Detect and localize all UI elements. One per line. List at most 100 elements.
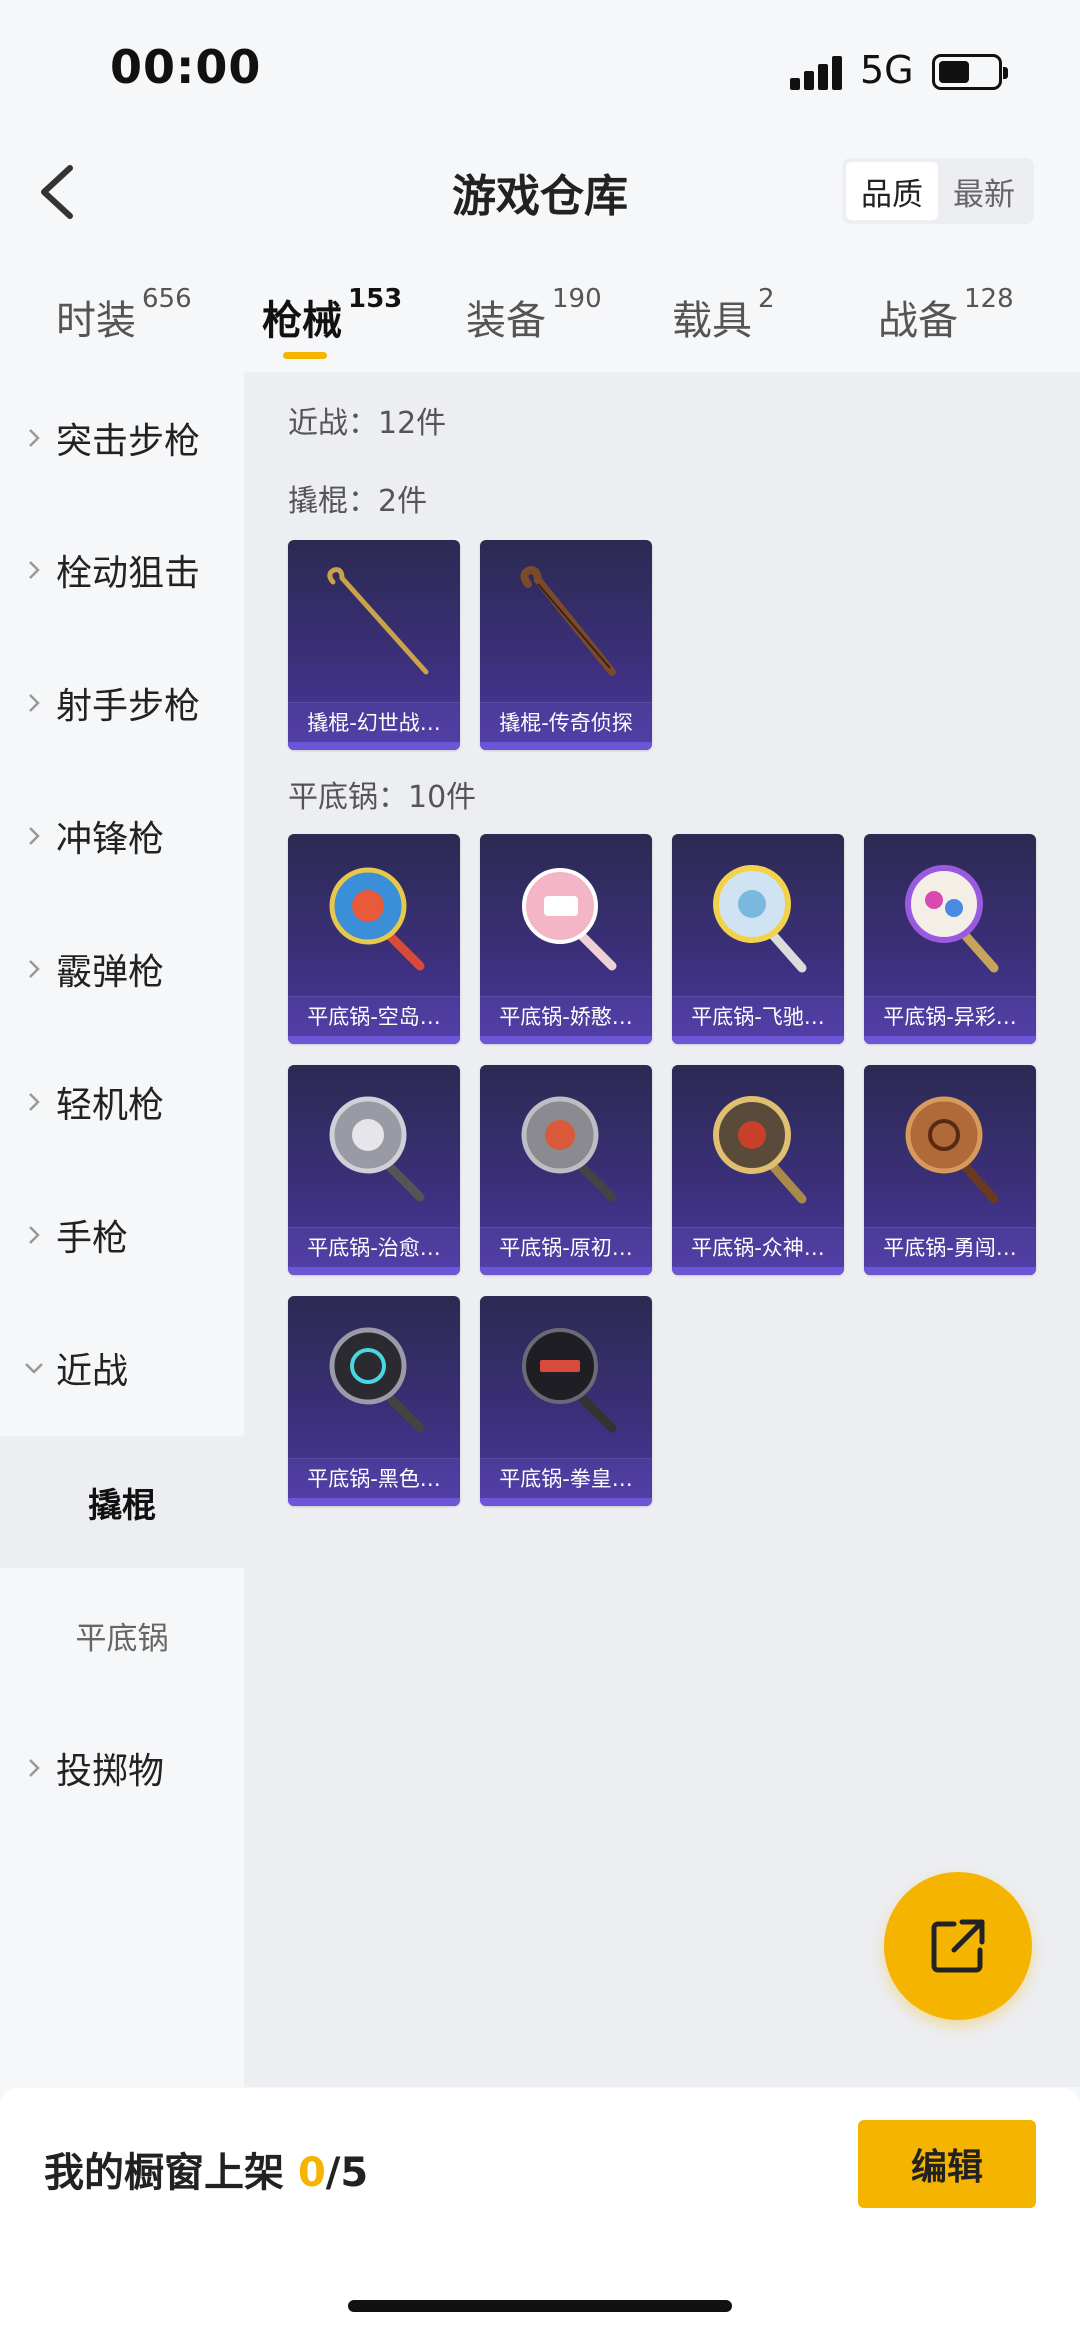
sidebar-item-lmg[interactable]: 轻机枪 [0, 1036, 244, 1168]
showcase-total-count: /5 [325, 2150, 369, 2196]
sidebar: 突击步枪 栓动狙击 射手步枪 冲锋枪 霰弹枪 轻机枪 手枪 近战 撬棍 平底锅 … [0, 372, 244, 2087]
tab-count: 190 [552, 284, 602, 314]
battery-icon [932, 54, 1008, 90]
item-card[interactable]: 平底锅-黑色… [288, 1296, 460, 1506]
sidebar-item-throwables[interactable]: 投掷物 [0, 1702, 244, 1834]
item-card[interactable]: 平底锅-异彩… [864, 834, 1036, 1044]
sidebar-sub-crowbar[interactable]: 撬棍 [0, 1436, 244, 1568]
tab-count: 128 [964, 284, 1014, 314]
pan-icon [713, 1096, 807, 1204]
sidebar-item-pistol[interactable]: 手枪 [0, 1169, 244, 1301]
item-grid-panel: 近战：12件 撬棍：2件 撬棍-幻世战… 撬棍-传奇侦探 平底锅：10件 平底锅… [244, 372, 1080, 2087]
pan-icon [329, 867, 425, 971]
sidebar-sub-pan[interactable]: 平底锅 [0, 1569, 244, 1701]
share-button[interactable] [884, 1872, 1032, 2020]
header: 游戏仓库 品质 最新 [0, 140, 1080, 240]
item-card[interactable]: 平底锅-勇闯… [864, 1065, 1036, 1275]
chevron-right-icon [29, 429, 40, 447]
item-name: 平底锅-娇憨… [480, 996, 652, 1036]
pan-icon [522, 1328, 617, 1433]
item-card[interactable]: 平底锅-空岛… [288, 834, 460, 1044]
tab-count: 656 [142, 284, 192, 314]
tab-fashion[interactable]: 时装 656 [56, 284, 192, 346]
group-label-crowbar: 撬棍：2件 [288, 484, 428, 519]
category-tabs: 时装 656 枪械 153 装备 190 载具 2 战备 128 [0, 268, 1080, 368]
pan-icon [905, 1096, 999, 1204]
item-card[interactable]: 平底锅-拳皇… [480, 1296, 652, 1506]
signal-icon [790, 56, 846, 90]
item-name: 撬棍-幻世战… [288, 702, 460, 742]
share-icon [931, 1919, 985, 1973]
crowbar-icon [520, 565, 616, 676]
item-name: 平底锅-众神… [672, 1227, 844, 1267]
tab-label: 装备 [466, 298, 546, 344]
chevron-right-icon [29, 694, 40, 712]
tab-count: 153 [348, 284, 403, 314]
sidebar-item-shotgun[interactable]: 霰弹枪 [0, 903, 244, 1035]
tab-label: 时装 [56, 298, 136, 344]
sidebar-item-bolt-sniper[interactable]: 栓动狙击 [0, 504, 244, 636]
tab-equipment[interactable]: 装备 190 [466, 284, 602, 346]
sort-toggle: 品质 最新 [842, 158, 1034, 224]
status-time: 00:00 [110, 40, 262, 94]
tab-count: 2 [758, 284, 775, 314]
sidebar-item-assault-rifle[interactable]: 突击步枪 [0, 372, 244, 504]
category-summary: 近战：12件 [288, 406, 447, 441]
pan-icon [521, 1096, 617, 1202]
pan-icon [522, 868, 617, 971]
item-name: 平底锅-飞驰… [672, 996, 844, 1036]
sidebar-item-smg[interactable]: 冲锋枪 [0, 770, 244, 902]
sidebar-item-label: 霰弹枪 [56, 952, 165, 993]
tab-label: 枪械 [262, 298, 342, 344]
pan-icon [713, 865, 807, 973]
chevron-right-icon [29, 827, 40, 845]
item-name: 平底锅-异彩… [864, 996, 1036, 1036]
sidebar-item-melee[interactable]: 近战 [0, 1302, 244, 1434]
sidebar-item-label: 近战 [56, 1351, 129, 1392]
crowbar-icon [327, 567, 429, 675]
item-name: 撬棍-传奇侦探 [480, 702, 652, 742]
sidebar-item-label: 射手步枪 [56, 686, 201, 727]
item-name: 平底锅-治愈… [288, 1227, 460, 1267]
sidebar-item-label: 冲锋枪 [56, 819, 165, 860]
item-card[interactable]: 平底锅-原初… [480, 1065, 652, 1275]
pan-icon [905, 865, 999, 973]
sidebar-item-marksman-rifle[interactable]: 射手步枪 [0, 637, 244, 769]
sidebar-item-label: 手枪 [56, 1218, 129, 1259]
status-bar: 00:00 5G [0, 0, 1080, 140]
item-card[interactable]: 撬棍-传奇侦探 [480, 540, 652, 750]
group-label-pan: 平底锅：10件 [288, 780, 477, 815]
tab-label: 战备 [878, 298, 958, 344]
sort-quality-button[interactable]: 品质 [846, 162, 938, 220]
chevron-right-icon [29, 960, 40, 978]
item-card[interactable]: 平底锅-众神… [672, 1065, 844, 1275]
sort-newest-button[interactable]: 最新 [938, 162, 1030, 220]
tab-weapons[interactable]: 枪械 153 [262, 284, 402, 346]
item-name: 平底锅-拳皇… [480, 1458, 652, 1498]
showcase-current-count: 0 [297, 2150, 326, 2196]
edit-button[interactable]: 编辑 [858, 2120, 1036, 2208]
item-name: 平底锅-空岛… [288, 996, 460, 1036]
showcase-label: 我的橱窗上架 [44, 2150, 298, 2196]
sidebar-item-label: 突击步枪 [56, 421, 201, 462]
item-card[interactable]: 撬棍-幻世战… [288, 540, 460, 750]
item-card[interactable]: 平底锅-娇憨… [480, 834, 652, 1044]
item-card[interactable]: 平底锅-治愈… [288, 1065, 460, 1275]
tab-supplies[interactable]: 战备 128 [878, 284, 1014, 346]
home-indicator[interactable] [348, 2300, 732, 2312]
item-name: 平底锅-勇闯… [864, 1227, 1036, 1267]
item-name: 平底锅-黑色… [288, 1458, 460, 1498]
item-card[interactable]: 平底锅-飞驰… [672, 834, 844, 1044]
tab-vehicles[interactable]: 载具 2 [672, 284, 775, 346]
chevron-right-icon [29, 561, 40, 579]
chevron-right-icon [29, 1759, 40, 1777]
item-name: 平底锅-原初… [480, 1227, 652, 1267]
chevron-right-icon [29, 1226, 40, 1244]
sidebar-item-label: 投掷物 [56, 1751, 165, 1792]
tab-label: 载具 [672, 298, 752, 344]
pan-icon [329, 1096, 425, 1202]
network-label: 5G [860, 48, 914, 92]
showcase-status: 我的橱窗上架 0/5 [44, 2140, 368, 2198]
sidebar-item-label: 栓动狙击 [56, 553, 201, 594]
chevron-down-icon [25, 1363, 43, 1374]
